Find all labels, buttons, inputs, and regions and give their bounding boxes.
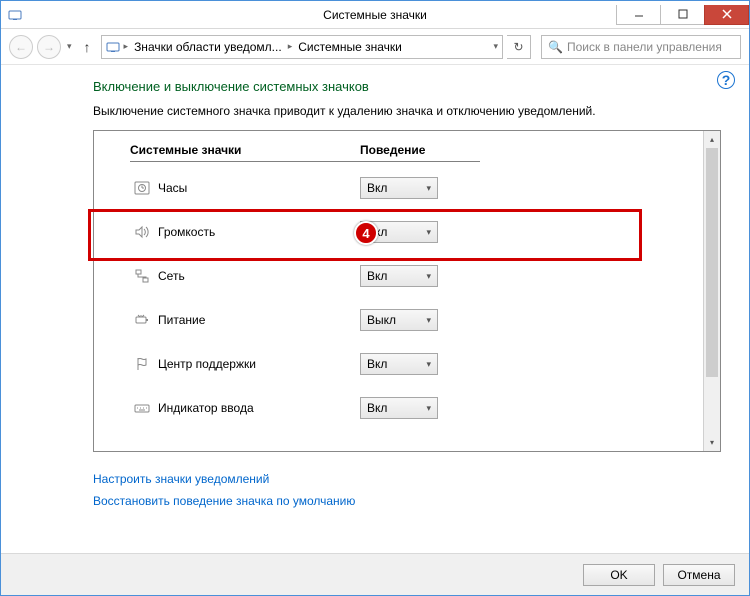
select-power[interactable]: Выкл▾ [360, 309, 438, 331]
history-dropdown[interactable]: ▾ [65, 41, 74, 52]
chevron-down-icon: ▾ [426, 183, 431, 194]
forward-button[interactable]: → [37, 35, 61, 59]
scroll-thumb[interactable] [706, 148, 718, 377]
link-customize-notifications[interactable]: Настроить значки уведомлений [93, 472, 721, 486]
power-icon [130, 312, 154, 328]
select-input-indicator[interactable]: Вкл▾ [360, 397, 438, 419]
row-clock: Часы Вкл▾ [130, 166, 685, 210]
row-power: Питание Выкл▾ [130, 298, 685, 342]
nav-bar: ← → ▾ ↑ ▸ Значки области уведомл... ▸ Си… [1, 29, 749, 65]
row-network: Сеть Вкл▾ [130, 254, 685, 298]
chevron-down-icon: ▾ [426, 403, 431, 414]
column-behavior: Поведение [360, 143, 480, 162]
ok-button[interactable]: OK [583, 564, 655, 586]
row-volume: Громкость Вкл▾ [130, 210, 685, 254]
select-action-center[interactable]: Вкл▾ [360, 353, 438, 375]
search-icon: 🔍 [548, 40, 563, 54]
chevron-down-icon[interactable]: ▾ [493, 41, 498, 52]
chevron-down-icon: ▾ [426, 271, 431, 282]
breadcrumb-system-icons[interactable]: Системные значки [296, 40, 404, 54]
chevron-down-icon: ▾ [426, 359, 431, 370]
cancel-button[interactable]: Отмена [663, 564, 735, 586]
keyboard-icon [130, 400, 154, 416]
scroll-down-icon[interactable]: ▾ [704, 434, 720, 451]
row-label: Часы [154, 181, 360, 195]
row-label: Сеть [154, 269, 360, 283]
help-icon[interactable]: ? [717, 71, 735, 89]
clock-icon [130, 180, 154, 196]
page-description: Выключение системного значка приводит к … [93, 104, 721, 118]
search-input[interactable]: 🔍 Поиск в панели управления [541, 35, 741, 59]
minimize-button[interactable] [616, 5, 661, 25]
content-area: ? Включение и выключение системных значк… [1, 65, 749, 553]
row-action-center: Центр поддержки Вкл▾ [130, 342, 685, 386]
refresh-button[interactable]: ↻ [507, 35, 531, 59]
address-bar[interactable]: ▸ Значки области уведомл... ▸ Системные … [101, 35, 503, 59]
control-panel-icon [106, 40, 120, 54]
chevron-down-icon: ▾ [426, 227, 431, 238]
up-button[interactable]: ↑ [78, 39, 97, 55]
search-placeholder: Поиск в панели управления [567, 40, 722, 54]
title-bar: Системные значки [1, 1, 749, 29]
chevron-down-icon: ▾ [426, 315, 431, 326]
link-restore-defaults[interactable]: Восстановить поведение значка по умолчан… [93, 494, 721, 508]
row-label: Питание [154, 313, 360, 327]
select-network[interactable]: Вкл▾ [360, 265, 438, 287]
control-panel-icon [7, 7, 23, 23]
chevron-right-icon[interactable]: ▸ [288, 41, 293, 52]
scroll-up-icon[interactable]: ▴ [704, 131, 720, 148]
scrollbar[interactable]: ▴ ▾ [703, 131, 720, 451]
select-volume[interactable]: Вкл▾ [360, 221, 438, 243]
close-button[interactable] [704, 5, 749, 25]
system-icons-panel: Системные значки Поведение Часы Вкл▾ Гро… [93, 130, 721, 452]
chevron-right-icon[interactable]: ▸ [124, 41, 129, 52]
select-clock[interactable]: Вкл▾ [360, 177, 438, 199]
row-label: Громкость [154, 225, 360, 239]
maximize-button[interactable] [660, 5, 705, 25]
dialog-footer: OK Отмена [1, 553, 749, 595]
row-label: Индикатор ввода [154, 401, 360, 415]
breadcrumb-notification-icons[interactable]: Значки области уведомл... [132, 40, 284, 54]
row-input-indicator: Индикатор ввода Вкл▾ [130, 386, 685, 430]
back-button[interactable]: ← [9, 35, 33, 59]
network-icon [130, 268, 154, 284]
column-system-icons: Системные значки [130, 143, 360, 162]
flag-icon [130, 356, 154, 372]
volume-icon [130, 224, 154, 240]
row-label: Центр поддержки [154, 357, 360, 371]
page-heading: Включение и выключение системных значков [93, 79, 721, 94]
